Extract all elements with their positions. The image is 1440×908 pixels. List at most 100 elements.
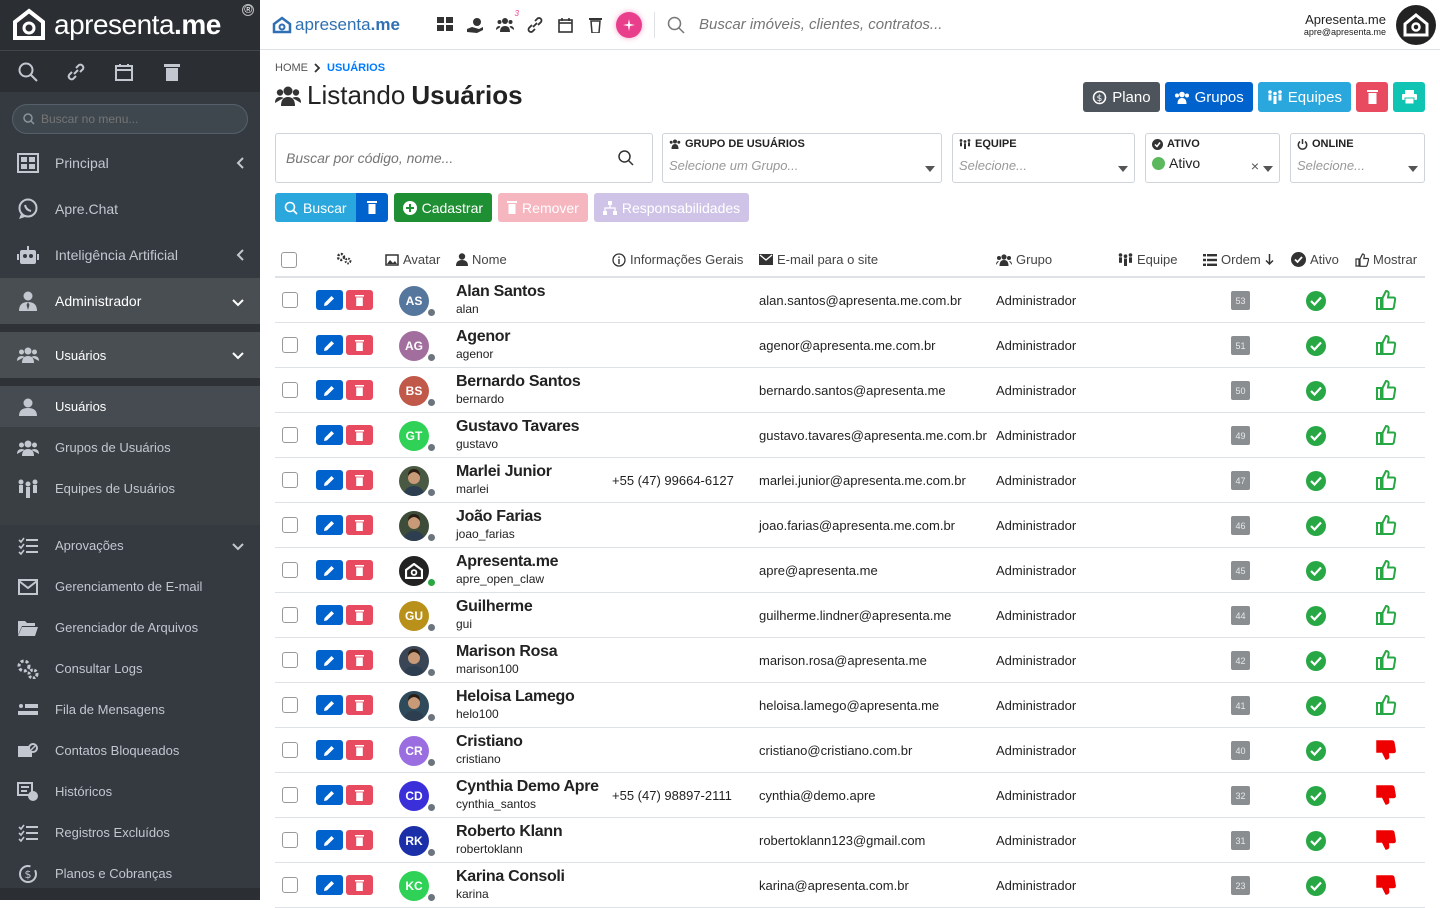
active-check-icon[interactable] bbox=[1306, 291, 1326, 311]
grupos-button[interactable]: Grupos bbox=[1164, 82, 1253, 112]
thumbs-up-icon[interactable] bbox=[1375, 379, 1397, 406]
topbar-logo[interactable]: apresenta. me bbox=[272, 15, 424, 35]
active-check-icon[interactable] bbox=[1306, 336, 1326, 356]
active-check-icon[interactable] bbox=[1306, 516, 1326, 536]
user-name[interactable]: Apresenta.me bbox=[456, 553, 559, 571]
col-ordem[interactable]: Ordem bbox=[1203, 252, 1274, 267]
thumbs-down-icon[interactable] bbox=[1375, 784, 1397, 811]
row-checkbox[interactable] bbox=[282, 787, 298, 803]
clear-icon[interactable]: × bbox=[1251, 158, 1259, 174]
sidebar-item-fila[interactable]: Fila de Mensagens bbox=[0, 689, 260, 730]
col-ativo[interactable]: Ativo bbox=[1291, 252, 1339, 267]
sidebar-item-administrador[interactable]: Administrador bbox=[0, 278, 260, 324]
order-badge[interactable]: 49 bbox=[1231, 426, 1250, 445]
edit-button[interactable] bbox=[316, 605, 343, 625]
thumbs-up-icon[interactable] bbox=[1375, 514, 1397, 541]
row-checkbox[interactable] bbox=[282, 607, 298, 623]
active-check-icon[interactable] bbox=[1306, 561, 1326, 581]
plano-button[interactable]: $ Plano bbox=[1083, 82, 1160, 112]
link-icon[interactable] bbox=[526, 16, 544, 34]
global-search[interactable] bbox=[667, 16, 1304, 34]
user-name[interactable]: Heloisa Lamego bbox=[456, 688, 575, 706]
col-nome[interactable]: Nome bbox=[456, 252, 507, 267]
active-check-icon[interactable] bbox=[1306, 831, 1326, 851]
delete-row-button[interactable] bbox=[346, 605, 373, 625]
thumbs-up-icon[interactable] bbox=[1375, 649, 1397, 676]
grid-icon[interactable] bbox=[436, 16, 454, 34]
delete-row-button[interactable] bbox=[346, 875, 373, 895]
col-equipe[interactable]: Equipe bbox=[1118, 252, 1177, 267]
thumbs-up-icon[interactable] bbox=[1375, 289, 1397, 316]
user-name[interactable]: Cristiano bbox=[456, 733, 523, 751]
delete-row-button[interactable] bbox=[346, 380, 373, 400]
thumbs-up-icon[interactable] bbox=[1375, 334, 1397, 361]
row-checkbox[interactable] bbox=[282, 292, 298, 308]
sidebar-item-excluidos[interactable]: Registros Excluídos bbox=[0, 812, 260, 853]
table-row[interactable]: João Farias joao_farias joao.farias@aprese… bbox=[275, 503, 1425, 548]
sidebar-item-aprovacoes[interactable]: Aprovações bbox=[0, 525, 260, 566]
row-checkbox[interactable] bbox=[282, 472, 298, 488]
equipes-button[interactable]: Equipes bbox=[1257, 82, 1351, 112]
active-check-icon[interactable] bbox=[1306, 471, 1326, 491]
buscar-button[interactable]: Buscar bbox=[275, 193, 356, 222]
thumbs-up-icon[interactable] bbox=[1375, 424, 1397, 451]
users-notify-icon[interactable]: 3 bbox=[496, 9, 519, 34]
edit-button[interactable] bbox=[316, 740, 343, 760]
thumbs-down-icon[interactable] bbox=[1375, 874, 1397, 901]
order-badge[interactable]: 23 bbox=[1231, 876, 1250, 895]
hand-holding-icon[interactable] bbox=[466, 16, 484, 34]
sidebar-item-equipes[interactable]: Equipes de Usuários bbox=[0, 468, 260, 509]
sidebar-item-historicos[interactable]: Históricos bbox=[0, 771, 260, 812]
sidebar-item-ia[interactable]: Inteligência Artificial bbox=[0, 232, 260, 278]
user-name[interactable]: Cynthia Demo Apre bbox=[456, 778, 599, 796]
user-name[interactable]: Gustavo Tavares bbox=[456, 418, 580, 436]
edit-button[interactable] bbox=[316, 695, 343, 715]
delete-row-button[interactable] bbox=[346, 425, 373, 445]
edit-button[interactable] bbox=[316, 830, 343, 850]
clear-search-button[interactable] bbox=[355, 193, 388, 222]
thumbs-down-icon[interactable] bbox=[1375, 739, 1397, 766]
delete-row-button[interactable] bbox=[346, 470, 373, 490]
order-badge[interactable]: 31 bbox=[1231, 831, 1250, 850]
thumbs-up-icon[interactable] bbox=[1375, 694, 1397, 721]
delete-row-button[interactable] bbox=[346, 785, 373, 805]
order-badge[interactable]: 32 bbox=[1231, 786, 1250, 805]
cadastrar-button[interactable]: Cadastrar bbox=[393, 193, 493, 222]
user-info[interactable]: Apresenta.me apre@apresenta.me bbox=[1304, 12, 1386, 37]
remover-button[interactable]: Remover bbox=[498, 193, 588, 222]
sidebar-item-arquivos[interactable]: Gerenciador de Arquivos bbox=[0, 607, 260, 648]
thumbs-down-icon[interactable] bbox=[1375, 829, 1397, 856]
table-row[interactable]: AS Alan Santos alan alan.santos@apresenta.m… bbox=[275, 278, 1425, 323]
edit-button[interactable] bbox=[316, 560, 343, 580]
user-name[interactable]: Guilherme bbox=[456, 598, 533, 616]
row-checkbox[interactable] bbox=[282, 877, 298, 893]
row-checkbox[interactable] bbox=[282, 562, 298, 578]
user-name[interactable]: Marlei Junior bbox=[456, 463, 552, 481]
table-row[interactable]: Heloisa Lamego helo100 heloisa.lamego@apre… bbox=[275, 683, 1425, 728]
table-row[interactable]: AG Agenor agenor agenor@apresenta.me.com.br… bbox=[275, 323, 1425, 368]
row-checkbox[interactable] bbox=[282, 697, 298, 713]
delete-row-button[interactable] bbox=[346, 740, 373, 760]
active-check-icon[interactable] bbox=[1306, 426, 1326, 446]
active-check-icon[interactable] bbox=[1306, 696, 1326, 716]
sidebar-item-principal[interactable]: Principal bbox=[0, 140, 260, 186]
active-check-icon[interactable] bbox=[1306, 381, 1326, 401]
ai-sparkle-icon[interactable] bbox=[616, 11, 642, 38]
sidebar-logo[interactable]: apresenta.me ® bbox=[0, 0, 260, 50]
select-all-checkbox[interactable] bbox=[281, 252, 297, 268]
order-badge[interactable]: 46 bbox=[1231, 516, 1250, 535]
edit-button[interactable] bbox=[316, 290, 343, 310]
filter-search-input[interactable] bbox=[286, 150, 606, 166]
sidebar-item-bloqueados[interactable]: Contatos Bloqueados bbox=[0, 730, 260, 771]
order-badge[interactable]: 51 bbox=[1231, 336, 1250, 355]
filter-search[interactable] bbox=[275, 133, 653, 183]
order-badge[interactable]: 53 bbox=[1231, 291, 1250, 310]
active-check-icon[interactable] bbox=[1306, 651, 1326, 671]
edit-button[interactable] bbox=[316, 470, 343, 490]
user-name[interactable]: Marison Rosa bbox=[456, 643, 558, 661]
sidebar-item-email[interactable]: Gerenciamento de E-mail bbox=[0, 566, 260, 607]
user-name[interactable]: Bernardo Santos bbox=[456, 373, 581, 391]
filter-ativo[interactable]: ATIVO Ativo × bbox=[1145, 133, 1280, 183]
active-check-icon[interactable] bbox=[1306, 876, 1326, 896]
print-button[interactable] bbox=[1393, 82, 1425, 112]
